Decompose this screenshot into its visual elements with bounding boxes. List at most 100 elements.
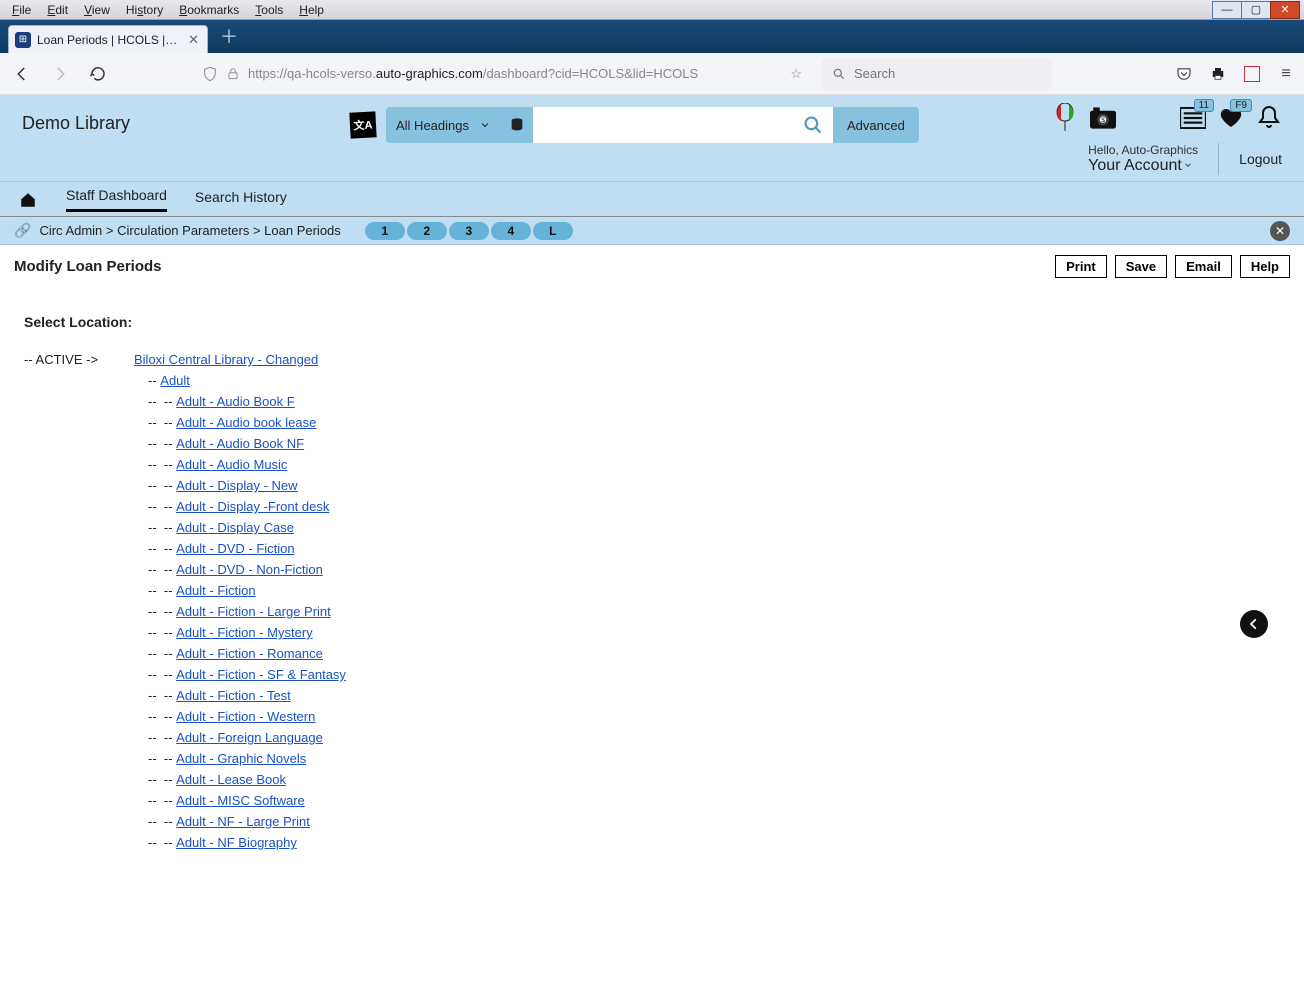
- list-icon[interactable]: 11: [1180, 105, 1206, 131]
- menu-file[interactable]: File: [4, 2, 39, 18]
- tree-item-link[interactable]: Adult - Audio Book NF: [176, 436, 304, 451]
- tree-item-link[interactable]: Adult - Audio book lease: [176, 415, 316, 430]
- tree-item-link[interactable]: Adult - Fiction - Large Print: [176, 604, 331, 619]
- save-button[interactable]: Save: [1115, 255, 1167, 278]
- browser-search-field[interactable]: Search: [822, 58, 1052, 90]
- tree-row: -- -- Adult - Fiction - Test: [148, 688, 1280, 703]
- tree-item-link[interactable]: Adult - Display -Front desk: [176, 499, 329, 514]
- your-account-link[interactable]: Your Account: [1088, 157, 1198, 175]
- arrow-left-icon: [13, 65, 31, 83]
- bookmark-star-icon[interactable]: ☆: [790, 66, 802, 82]
- tree-row: -- -- Adult - Display Case: [148, 520, 1280, 535]
- headings-select[interactable]: All Headings: [386, 107, 501, 143]
- page-2[interactable]: 2: [407, 222, 447, 240]
- tree-row: -- -- Adult - Fiction - Western: [148, 709, 1280, 724]
- window-controls: — ▢ ✕: [1213, 1, 1300, 19]
- tree-item-link[interactable]: Adult - Fiction - Test: [176, 688, 291, 703]
- tree-item-link[interactable]: Adult - Audio Book F: [176, 394, 295, 409]
- advanced-search-button[interactable]: Advanced: [833, 107, 919, 143]
- bell-icon[interactable]: [1256, 105, 1282, 131]
- database-icon[interactable]: [501, 116, 533, 134]
- arrow-right-icon: [51, 65, 69, 83]
- email-button[interactable]: Email: [1175, 255, 1232, 278]
- tree-item-link[interactable]: Adult - Display - New: [176, 478, 297, 493]
- tree-item-link[interactable]: Adult - Fiction - Mystery: [176, 625, 313, 640]
- url-toolbar: https://qa-hcols-verso.auto-graphics.com…: [0, 53, 1304, 95]
- nav-staff-dashboard[interactable]: Staff Dashboard: [66, 187, 167, 212]
- close-panel-button[interactable]: ✕: [1270, 221, 1290, 241]
- separator: [1218, 143, 1219, 175]
- browser-tab[interactable]: ⊞ Loan Periods | HCOLS | hcols | A ✕: [8, 25, 208, 53]
- tree-item-link[interactable]: Adult - Lease Book: [176, 772, 286, 787]
- menu-bookmarks[interactable]: Bookmarks: [171, 2, 247, 18]
- tree-row: -- -- Adult - Audio Book F: [148, 394, 1280, 409]
- menu-edit[interactable]: Edit: [39, 2, 76, 18]
- tree-item-link[interactable]: Adult - Fiction - Western: [176, 709, 315, 724]
- nav-back-button[interactable]: [8, 60, 36, 88]
- nav-search-history[interactable]: Search History: [195, 189, 287, 211]
- catalog-search-button[interactable]: [793, 107, 833, 143]
- headings-select-label: All Headings: [396, 118, 469, 133]
- tree-item-link[interactable]: Adult - Fiction - SF & Fantasy: [176, 667, 346, 682]
- breadcrumb-row: 🔗 Circ Admin > Circulation Parameters > …: [0, 217, 1304, 245]
- heart-icon[interactable]: F9: [1218, 105, 1244, 131]
- tree-row: -- -- Adult - Audio Music: [148, 457, 1280, 472]
- tree-item-link[interactable]: Adult - NF Biography: [176, 835, 297, 850]
- tree-item-link[interactable]: Adult - DVD - Fiction: [176, 541, 294, 556]
- tree-item-link[interactable]: Adult - Graphic Novels: [176, 751, 306, 766]
- extension-shield-icon[interactable]: [1242, 64, 1262, 84]
- tree-level1-link[interactable]: Adult: [160, 373, 190, 388]
- nav-reload-button[interactable]: [84, 60, 112, 88]
- page-3[interactable]: 3: [449, 222, 489, 240]
- hello-text: Hello, Auto-Graphics: [1088, 143, 1198, 157]
- new-tab-button[interactable]: ＋: [208, 23, 250, 53]
- balloon-icon[interactable]: [1052, 105, 1078, 131]
- tree-row: -- -- Adult - DVD - Non-Fiction: [148, 562, 1280, 577]
- url-text: https://qa-hcols-verso.auto-graphics.com…: [248, 66, 698, 81]
- tab-close-icon[interactable]: ✕: [186, 32, 201, 48]
- tree-item-link[interactable]: Adult - NF - Large Print: [176, 814, 310, 829]
- pocket-icon[interactable]: [1174, 64, 1194, 84]
- home-icon[interactable]: [18, 191, 38, 209]
- chevron-left-icon: [1247, 617, 1261, 631]
- catalog-search-input[interactable]: [533, 107, 793, 143]
- tree-item-link[interactable]: Adult - Audio Music: [176, 457, 287, 472]
- tree-root-link[interactable]: Biloxi Central Library - Changed: [134, 352, 318, 367]
- location-tree: Biloxi Central Library - Changed -- Adul…: [134, 352, 1280, 850]
- page-4[interactable]: 4: [491, 222, 531, 240]
- printer-icon[interactable]: [1208, 64, 1228, 84]
- toolbar-right-icons: ≡: [1174, 64, 1296, 84]
- tree-row: -- -- Adult - Foreign Language: [148, 730, 1280, 745]
- menu-help[interactable]: Help: [291, 2, 332, 18]
- menu-tools[interactable]: Tools: [247, 2, 291, 18]
- print-button[interactable]: Print: [1055, 255, 1107, 278]
- page-l[interactable]: L: [533, 222, 573, 240]
- page-1[interactable]: 1: [365, 222, 405, 240]
- help-button[interactable]: Help: [1240, 255, 1290, 278]
- logout-link[interactable]: Logout: [1239, 151, 1282, 167]
- tree-row: -- -- Adult - Fiction: [148, 583, 1280, 598]
- application-menu-button[interactable]: ≡: [1276, 64, 1296, 84]
- nav-forward-button[interactable]: [46, 60, 74, 88]
- tree-row: -- -- Adult - NF - Large Print: [148, 814, 1280, 829]
- window-minimize-button[interactable]: —: [1212, 1, 1242, 19]
- window-maximize-button[interactable]: ▢: [1241, 1, 1271, 19]
- tree-item-link[interactable]: Adult - Display Case: [176, 520, 294, 535]
- url-field[interactable]: https://qa-hcols-verso.auto-graphics.com…: [192, 58, 812, 90]
- window-close-button[interactable]: ✕: [1270, 1, 1300, 19]
- menu-history[interactable]: History: [118, 2, 171, 18]
- tree-item-link[interactable]: Adult - Fiction - Romance: [176, 646, 323, 661]
- header-right-icons: $ 11 F9: [1052, 105, 1282, 131]
- tree-row: -- -- Adult - Fiction - Large Print: [148, 604, 1280, 619]
- tree-item-link[interactable]: Adult - MISC Software: [176, 793, 305, 808]
- camera-icon[interactable]: $: [1090, 105, 1116, 131]
- reload-icon: [89, 65, 107, 83]
- language-icon[interactable]: 文A: [349, 111, 376, 138]
- collapse-arrow-button[interactable]: [1240, 610, 1268, 638]
- app-header: Demo Library 文A All Headings Advanced $: [0, 95, 1304, 181]
- tree-item-link[interactable]: Adult - Fiction: [176, 583, 255, 598]
- tree-row: -- -- Adult - Fiction - Mystery: [148, 625, 1280, 640]
- tree-item-link[interactable]: Adult - DVD - Non-Fiction: [176, 562, 323, 577]
- menu-view[interactable]: View: [76, 2, 118, 18]
- tree-item-link[interactable]: Adult - Foreign Language: [176, 730, 323, 745]
